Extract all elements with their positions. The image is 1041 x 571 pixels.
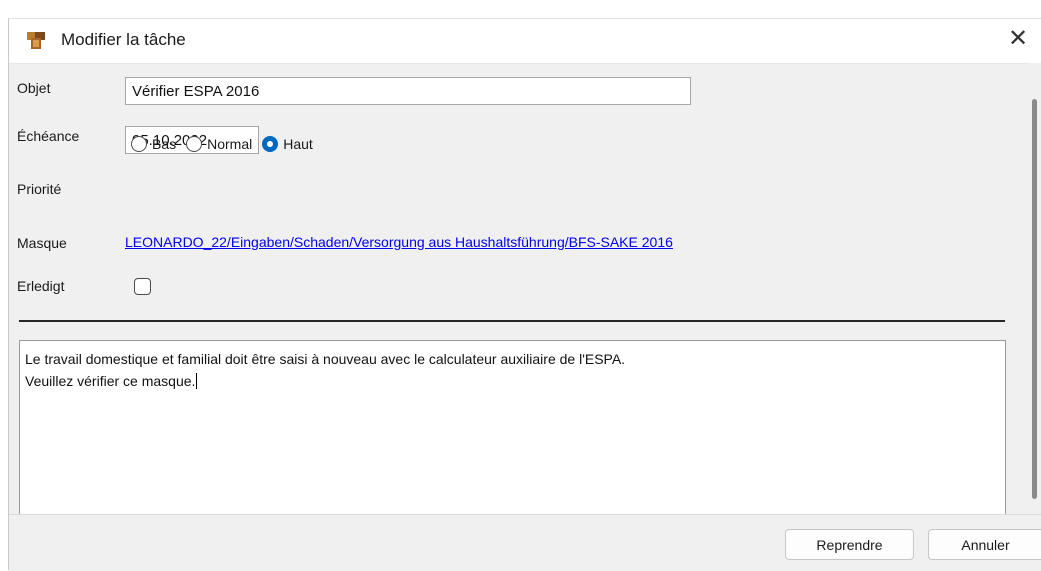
button-bar: Reprendre Annuler	[9, 514, 1041, 571]
done-checkbox[interactable]	[134, 278, 151, 295]
subject-label: Objet	[17, 80, 51, 96]
mask-label: Masque	[17, 235, 67, 251]
radio-button[interactable]	[186, 136, 203, 152]
due-date-label: Échéance	[17, 128, 80, 144]
background-window-strip: ~ ~~~~~~ ~ ~~~~~~~ ~~~~~ ~~ ~~~~~~~ ~~~~…	[0, 0, 1041, 18]
notes-line: Veuillez vérifier ce masque.	[25, 373, 196, 389]
mask-link[interactable]: LEONARDO_22/Eingaben/Schaden/Versorgung …	[125, 234, 673, 250]
priority-option-normal[interactable]: Normal	[186, 136, 252, 152]
priority-option-haut[interactable]: Haut	[262, 136, 313, 152]
cancel-button[interactable]: Annuler	[928, 529, 1041, 560]
task-folder-icon	[27, 32, 45, 49]
text-caret	[196, 373, 198, 389]
notes-line-with-caret: Veuillez vérifier ce masque.	[25, 370, 1005, 392]
dialog-title: Modifier la tâche	[61, 30, 186, 49]
priority-label: Priorité	[17, 181, 62, 197]
radio-button[interactable]	[131, 136, 147, 152]
radio-label: Normal	[207, 136, 253, 152]
radio-button-selected[interactable]	[262, 136, 279, 152]
priority-radio-group: Bas Normal Haut	[131, 133, 323, 155]
form-panel: Objet Échéance Priorité Bas Normal Haut …	[9, 63, 1028, 515]
subject-input[interactable]	[125, 77, 691, 105]
done-label: Erledigt	[17, 278, 65, 294]
close-icon[interactable]: ✕	[995, 19, 1041, 63]
scrollbar-thumb[interactable]	[1032, 99, 1037, 499]
notes-textarea[interactable]: Le travail domestique et familial doit ê…	[19, 340, 1006, 515]
radio-label: Bas	[152, 136, 177, 152]
separator-line	[19, 320, 1005, 322]
radio-label: Haut	[283, 136, 313, 152]
title-bar: Modifier la tâche ✕	[9, 19, 1041, 63]
background-window-text: ~ ~~~~~~ ~ ~~~~~~~ ~~~~~ ~~ ~~~~~~~ ~~~~…	[130, 0, 482, 7]
apply-button[interactable]: Reprendre	[785, 529, 914, 560]
priority-option-bas[interactable]: Bas	[131, 136, 176, 152]
vertical-scrollbar[interactable]	[1028, 63, 1041, 514]
edit-task-dialog: Modifier la tâche ✕ Objet Échéance Prior…	[8, 18, 1041, 571]
notes-line: Le travail domestique et familial doit ê…	[25, 351, 626, 367]
